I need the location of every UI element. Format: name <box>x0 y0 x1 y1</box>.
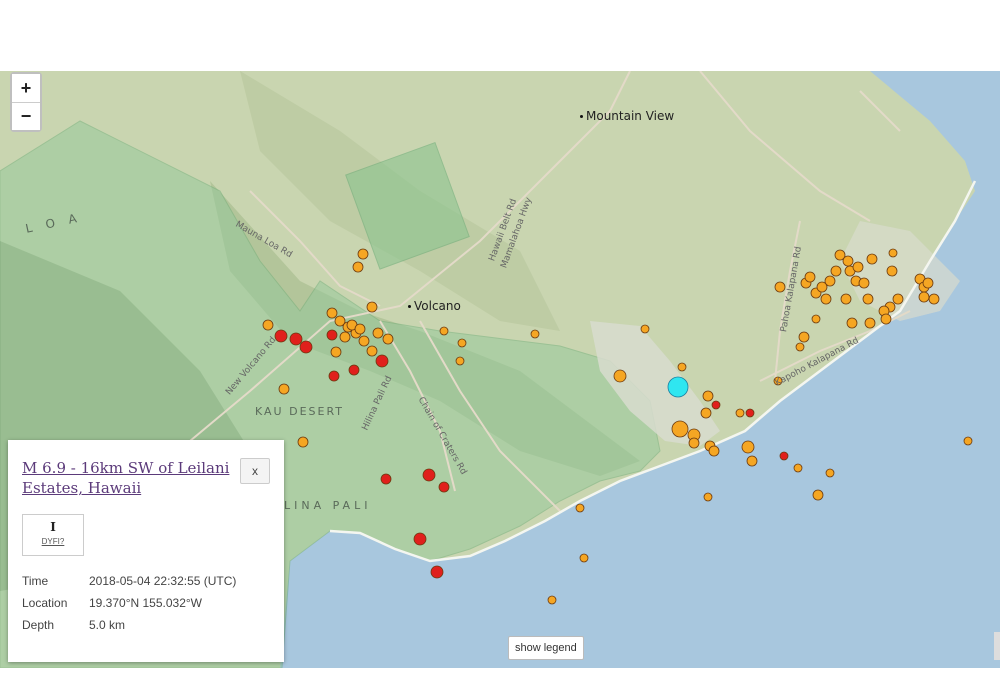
earthquake-marker[interactable] <box>671 420 689 438</box>
earthquake-marker[interactable] <box>745 408 755 418</box>
earthquake-marker[interactable] <box>702 390 714 402</box>
earthquake-marker[interactable] <box>382 333 394 345</box>
earthquake-marker[interactable] <box>372 327 384 339</box>
earthquake-marker[interactable] <box>846 317 858 329</box>
earthquake-marker[interactable] <box>708 445 720 457</box>
earthquake-marker[interactable] <box>880 313 892 325</box>
earthquake-marker[interactable] <box>339 331 351 343</box>
earthquake-marker[interactable] <box>804 271 816 283</box>
earthquake-marker[interactable] <box>439 326 449 336</box>
earthquake-marker[interactable] <box>793 463 803 473</box>
earthquake-marker[interactable] <box>613 369 627 383</box>
earthquake-marker[interactable] <box>438 481 450 493</box>
detail-row-location: Location 19.370°N 155.032°W <box>22 596 202 610</box>
earthquake-marker[interactable] <box>457 338 467 348</box>
earthquake-marker[interactable] <box>677 362 687 372</box>
event-title-link[interactable]: M 6.9 - 16km SW of Leilani Estates, Hawa… <box>22 458 232 498</box>
earthquake-marker[interactable] <box>375 354 389 368</box>
region-label-kau-desert: KAU DESERT <box>255 405 345 418</box>
earthquake-marker[interactable] <box>352 261 364 273</box>
earthquake-marker[interactable] <box>640 324 650 334</box>
dyfi-intensity: I <box>50 520 56 534</box>
earthquake-marker[interactable] <box>289 332 303 346</box>
earthquake-marker[interactable] <box>888 248 898 258</box>
earthquake-marker[interactable] <box>326 307 338 319</box>
earthquake-marker[interactable] <box>866 253 878 265</box>
earthquake-marker[interactable] <box>840 293 852 305</box>
earthquake-marker[interactable] <box>741 440 755 454</box>
earthquake-marker[interactable] <box>297 436 309 448</box>
earthquake-marker[interactable] <box>824 275 836 287</box>
detail-key: Location <box>22 596 68 610</box>
detail-row-time: Time 2018-05-04 22:32:55 (UTC) <box>22 574 236 588</box>
earthquake-marker[interactable] <box>348 364 360 376</box>
selected-earthquake-marker[interactable] <box>667 376 689 398</box>
earthquake-marker[interactable] <box>366 345 378 357</box>
earthquake-marker[interactable] <box>703 492 713 502</box>
earthquake-marker[interactable] <box>430 565 444 579</box>
earthquake-marker[interactable] <box>700 407 712 419</box>
earthquake-marker[interactable] <box>422 468 436 482</box>
earthquake-marker[interactable] <box>928 293 940 305</box>
place-mountain-view: Mountain View <box>580 109 674 123</box>
earthquake-marker[interactable] <box>547 595 557 605</box>
detail-key: Time <box>22 574 49 588</box>
earthquake-marker[interactable] <box>380 473 392 485</box>
earthquake-marker[interactable] <box>922 277 934 289</box>
earthquake-marker[interactable] <box>299 340 313 354</box>
earthquake-marker[interactable] <box>963 436 973 446</box>
earthquake-marker[interactable] <box>842 255 854 267</box>
dyfi-link[interactable]: DYFI? <box>23 537 83 546</box>
detail-row-depth: Depth 5.0 km <box>22 618 125 632</box>
earthquake-marker[interactable] <box>357 248 369 260</box>
earthquake-marker[interactable] <box>328 370 340 382</box>
earthquake-marker[interactable] <box>455 356 465 366</box>
detail-key: Depth <box>22 618 55 632</box>
earthquake-marker[interactable] <box>774 281 786 293</box>
earthquake-marker[interactable] <box>262 319 274 331</box>
earthquake-marker[interactable] <box>812 489 824 501</box>
show-legend-button[interactable]: show legend <box>508 636 584 660</box>
close-button[interactable]: x <box>240 458 270 484</box>
earthquake-marker[interactable] <box>354 323 366 335</box>
earthquake-marker[interactable] <box>858 277 870 289</box>
zoom-in-button[interactable]: + <box>12 74 40 102</box>
earthquake-marker[interactable] <box>688 437 700 449</box>
earthquake-marker[interactable] <box>330 346 342 358</box>
earthquake-marker[interactable] <box>358 335 370 347</box>
earthquake-popup: M 6.9 - 16km SW of Leilani Estates, Hawa… <box>8 440 284 662</box>
earthquake-marker[interactable] <box>326 329 338 341</box>
detail-value: 5.0 km <box>89 618 126 632</box>
earthquake-marker[interactable] <box>579 553 589 563</box>
earthquake-marker[interactable] <box>746 455 758 467</box>
earthquake-marker[interactable] <box>852 261 864 273</box>
earthquake-marker[interactable] <box>798 331 810 343</box>
earthquake-marker[interactable] <box>530 329 540 339</box>
earthquake-marker[interactable] <box>811 314 821 324</box>
earthquake-marker[interactable] <box>413 532 427 546</box>
earthquake-marker[interactable] <box>575 503 585 513</box>
earthquake-marker[interactable] <box>825 468 835 478</box>
earthquake-marker[interactable] <box>820 293 832 305</box>
earthquake-marker[interactable] <box>892 293 904 305</box>
earthquake-marker[interactable] <box>918 291 930 303</box>
earthquake-marker[interactable] <box>795 342 805 352</box>
zoom-control: + − <box>10 72 42 132</box>
earthquake-marker[interactable] <box>864 317 876 329</box>
detail-value: 19.370°N 155.032°W <box>89 596 203 610</box>
earthquake-marker[interactable] <box>366 301 378 313</box>
place-volcano: Volcano <box>408 299 461 313</box>
region-label-lina-pali: LINA PALI <box>284 499 372 512</box>
detail-value: 2018-05-04 22:32:55 (UTC) <box>89 574 237 588</box>
earthquake-marker[interactable] <box>779 451 789 461</box>
earthquake-marker[interactable] <box>278 383 290 395</box>
earthquake-marker[interactable] <box>830 265 842 277</box>
earthquake-marker[interactable] <box>711 400 721 410</box>
dyfi-badge[interactable]: I DYFI? <box>22 514 84 556</box>
zoom-out-button[interactable]: − <box>12 102 40 130</box>
earthquake-marker[interactable] <box>735 408 745 418</box>
earthquake-marker[interactable] <box>862 293 874 305</box>
scroll-handle[interactable] <box>994 632 1000 660</box>
earthquake-marker[interactable] <box>886 265 898 277</box>
